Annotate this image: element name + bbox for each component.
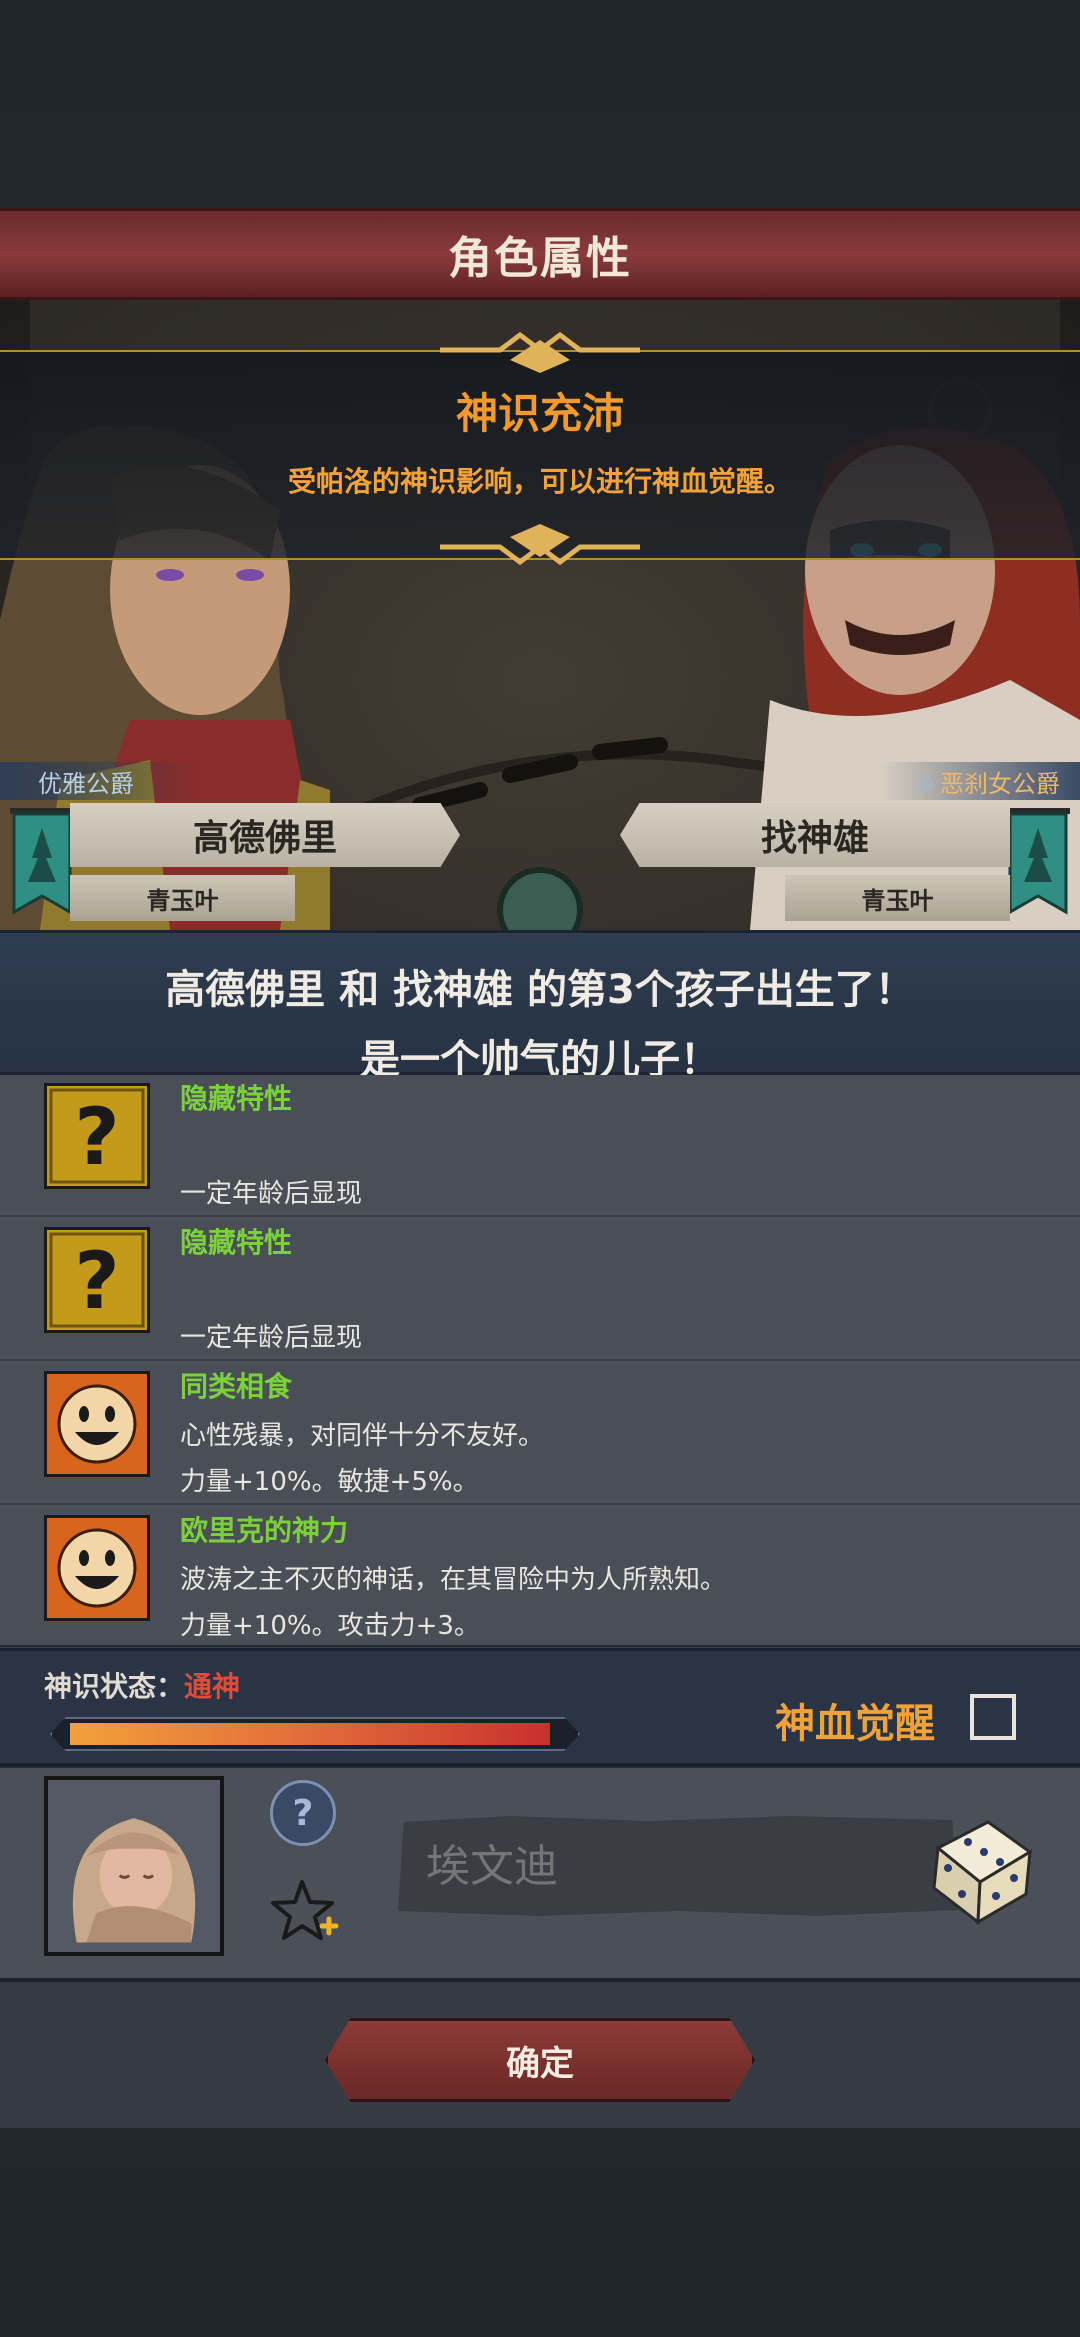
trait-item[interactable]: 同类相食 心性残暴，对同伴十分不友好。 力量+10%。敏捷+5%。 [0,1363,1080,1505]
trait-name: 同类相食 [180,1370,293,1403]
divinity-progress-bar [50,1717,580,1751]
footer: 确定 [0,1978,1080,2128]
child-panel: ? [0,1768,1080,1978]
trait-name: 欧里克的神力 [180,1514,349,1547]
event-subtitle: 受帕洛的神识影响，可以进行神血觉醒。 [287,465,792,498]
father-rank: 优雅公爵 [0,762,200,800]
birth-message: 高德佛里 和 找神雄 的第3个孩子出生了！ 是一个帅气的儿子！ [0,930,1080,1083]
title-bar: 角色属性 [0,208,1080,300]
awaken-label: 神血觉醒 [775,1701,935,1747]
divinity-label-text: 神识状态： [44,1670,185,1703]
smiley-face-icon [44,1371,150,1477]
trait-name: 隐藏特性 [180,1226,293,1259]
divinity-value: 通神 [184,1670,241,1703]
mother-clan-banner-icon [1006,808,1070,915]
trait-effect: 力量+10%。攻击力+3。 [180,1611,480,1641]
mother-name: 找神雄 [620,803,1010,867]
trait-item[interactable]: ? 隐藏特性 一定年龄后显现 [0,1219,1080,1361]
trait-description: 心性残暴，对同伴十分不友好。 [180,1421,545,1451]
info-button[interactable]: ? [270,1780,336,1846]
trait-item[interactable]: ? 隐藏特性 一定年龄后显现 [0,1075,1080,1217]
event-title: 神识充沛 [455,389,624,438]
child-name-input[interactable] [398,1816,958,1916]
question-mark-icon: ? [44,1083,150,1189]
divinity-progress-fill [70,1723,550,1745]
trait-effect: 一定年龄后显现 [180,1179,363,1209]
page-title: 角色属性 [448,233,632,284]
birth-line-1: 高德佛里 和 找神雄 的第3个孩子出生了！ [165,967,915,1013]
house-icon: ⌂ [918,767,934,795]
father-name: 高德佛里 [70,803,460,867]
mother-rank-label: 恶刹女公爵 [940,769,1060,798]
mother-clan: 青玉叶 [785,875,1010,921]
father-clan: 青玉叶 [70,875,295,921]
trait-item[interactable]: 欧里克的神力 波涛之主不灭的神话，在其冒险中为人所熟知。 力量+10%。攻击力+… [0,1507,1080,1649]
mother-rank: ⌂ 恶刹女公爵 [880,762,1080,800]
question-mark-icon: ? [44,1227,150,1333]
divinity-label: 神识状态：通神 [44,1665,240,1705]
trait-name: 隐藏特性 [180,1082,293,1115]
father-clan-banner-icon [10,808,74,915]
svg-text:?: ? [74,1237,119,1327]
smiley-face-icon [44,1515,150,1621]
trait-effect: 力量+10%。敏捷+5%。 [180,1467,479,1497]
favorite-star-button[interactable] [270,1876,340,1946]
confirm-button[interactable]: 确定 [325,2018,755,2102]
divinity-status-panel: 神识状态：通神 神血觉醒 [0,1648,1080,1766]
ornament-bottom-icon [440,524,640,566]
ornament-top-icon [440,331,640,373]
trait-effect: 一定年龄后显现 [180,1323,363,1353]
svg-text:?: ? [74,1093,119,1183]
trait-list[interactable]: ? 隐藏特性 一定年龄后显现 ? 隐藏特性 一定年龄后显现 同类相食 心性残暴，… [0,1075,1080,1649]
child-portrait [44,1776,224,1956]
trait-description: 波涛之主不灭的神话，在其冒险中为人所熟知。 [180,1565,727,1595]
random-dice-button[interactable] [918,1808,1038,1928]
awaken-checkbox[interactable] [970,1694,1016,1740]
